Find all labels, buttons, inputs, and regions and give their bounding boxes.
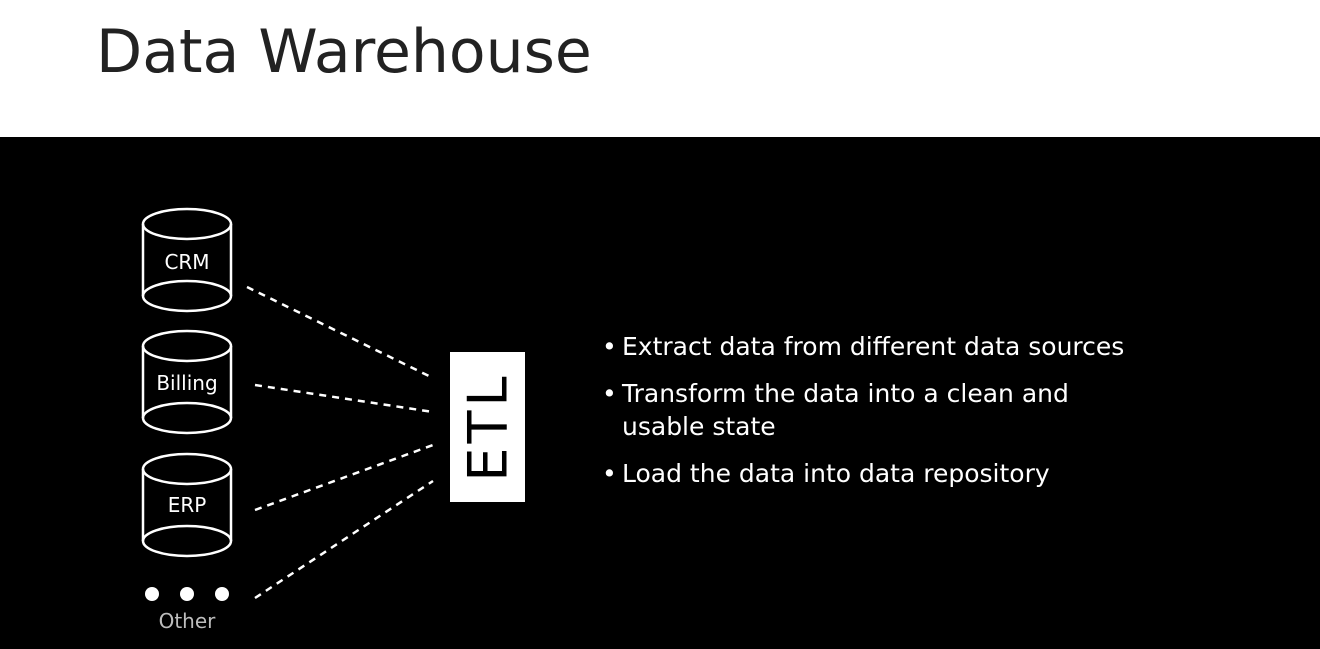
bullet-dot: • bbox=[602, 332, 617, 361]
bullet-text: Extract data from different data sources bbox=[622, 332, 1125, 361]
source-label-billing: Billing bbox=[156, 371, 217, 395]
connector-other bbox=[254, 479, 434, 600]
connector-erp bbox=[254, 443, 434, 512]
source-label-erp: ERP bbox=[168, 493, 207, 517]
connector-billing bbox=[254, 383, 434, 414]
etl-label: ETL bbox=[457, 372, 520, 481]
bullet-item-load: • Load the data into data repository bbox=[598, 457, 1158, 490]
bullet-dot: • bbox=[602, 379, 617, 408]
bullet-list: • Extract data from different data sourc… bbox=[598, 330, 1158, 504]
bullet-text: Transform the data into a clean and usab… bbox=[622, 379, 1069, 441]
bullet-item-transform: • Transform the data into a clean and us… bbox=[598, 377, 1158, 443]
bullet-dot: • bbox=[602, 459, 617, 488]
ellipsis-icon bbox=[145, 587, 229, 601]
bullet-item-extract: • Extract data from different data sourc… bbox=[598, 330, 1158, 363]
source-label-crm: CRM bbox=[164, 250, 209, 274]
source-label-other: Other bbox=[159, 609, 217, 633]
connector-lines bbox=[246, 285, 434, 600]
bullet-text: Load the data into data repository bbox=[622, 459, 1050, 488]
slide: Data Warehouse CRM Billing ERP Other ETL… bbox=[0, 0, 1320, 649]
etl-diagram: CRM Billing ERP Other ETL bbox=[141, 207, 525, 633]
connector-crm bbox=[246, 285, 434, 380]
